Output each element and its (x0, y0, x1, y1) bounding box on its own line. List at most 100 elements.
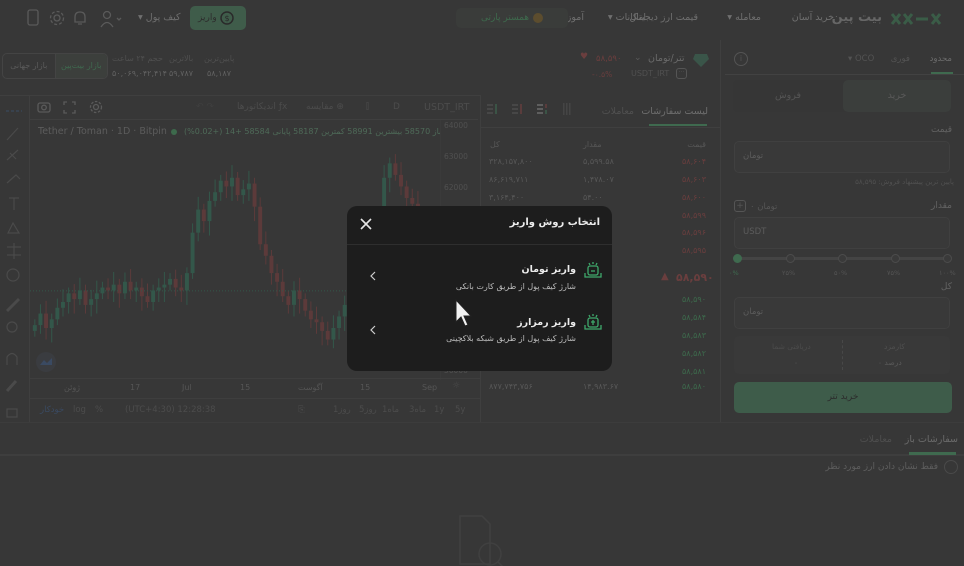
chart-settings-icon[interactable] (89, 100, 103, 114)
go-to-date-icon[interactable]: ⎘ (298, 405, 305, 415)
percent-scale-button[interactable]: % (95, 405, 103, 415)
time-axis-divider (30, 378, 480, 379)
tether-logo-icon (693, 54, 709, 67)
close-icon[interactable] (359, 217, 373, 231)
cell-price: ۵۸,۶۰۳ (681, 175, 706, 184)
tab-trades[interactable]: معاملات (602, 106, 634, 117)
candle-type-icon[interactable]: ⫿ (366, 102, 369, 112)
candle-body (337, 316, 342, 328)
cell-price: ۵۸,۶۰۰ (681, 193, 706, 202)
trendline-icon (6, 127, 19, 141)
stat-volume-value: ۵۰,۰۶۹,۰۴۲,۴۱۴ (112, 69, 167, 78)
orderbook-view-icons[interactable] (487, 103, 577, 115)
log-scale-button[interactable]: log (73, 405, 86, 415)
buy-submit-button[interactable]: خرید تتر (734, 382, 952, 413)
sell-tab[interactable]: فروش (733, 80, 843, 112)
global-market-tab[interactable]: بازار جهانی (3, 54, 55, 78)
order-type-oco[interactable]: ▾ OCO (848, 54, 874, 64)
option-title: واریز تومان (521, 264, 577, 275)
candle-body (32, 325, 37, 331)
add-funds-icon[interactable]: + (734, 200, 746, 212)
price-input[interactable]: تومان (734, 141, 950, 173)
deposit-button[interactable]: $ واریز (190, 6, 246, 30)
cell-amount: ۵۴.۰۰ (583, 193, 603, 202)
slider-mark[interactable] (786, 254, 795, 263)
candle-body (201, 209, 206, 222)
ask-row[interactable]: ۵۸,۶۰۳ ۱,۴۷۸.۰۷ ۸۶,۶۱۹,۷۱۱ (485, 175, 710, 191)
slider-mark[interactable] (838, 254, 847, 263)
candle-body (89, 299, 94, 305)
total-label: کل (940, 282, 952, 292)
amount-input[interactable]: USDT (734, 217, 950, 249)
coin-icon (533, 12, 544, 23)
logo-text[interactable]: بیت پین (832, 10, 882, 25)
wallet-menu[interactable]: ▾ کیف پول (138, 12, 181, 23)
info-icon[interactable]: i (734, 52, 748, 66)
camera-icon[interactable] (37, 101, 51, 113)
buy-tab[interactable]: خرید (843, 80, 951, 112)
deposit-toman-option[interactable]: واریز تومان شارژ کیف پول از طریق کارت با… (347, 252, 612, 302)
bitpin-logo-icon (890, 13, 942, 25)
nav-features[interactable]: ▾ امکانات (608, 12, 646, 23)
svg-text:$: $ (225, 14, 230, 23)
range-5y[interactable]: 5y (455, 405, 465, 415)
auto-scale-button[interactable]: خودکار (40, 405, 64, 415)
slider-mark[interactable] (733, 254, 742, 263)
order-type-limit[interactable]: محدود (930, 54, 952, 64)
range-5d[interactable]: 5روز (359, 405, 377, 415)
fee-label: کارمزد (884, 342, 905, 351)
range-1y[interactable]: 1y (434, 405, 444, 415)
indicators-button[interactable]: ƒx اندیکاتورها (237, 102, 287, 112)
x-tick: 17 (130, 383, 141, 392)
gear-icon[interactable] (49, 10, 65, 26)
more-icon[interactable]: ··· (676, 68, 687, 79)
filter-label: فقط نشان دادن ارز مورد نظر (825, 462, 938, 472)
pair-name[interactable]: تتر/تومان (648, 53, 684, 64)
tab-trade-history[interactable]: معاملات (860, 434, 892, 445)
hamster-party-button[interactable]: همستر پارتی (456, 8, 568, 28)
candle-body (162, 284, 167, 288)
axis-settings-icon[interactable]: ☼ (452, 381, 460, 391)
nav-features-label: امکانات (615, 12, 646, 23)
bid-row[interactable]: ۵۸,۵۸۰ ۱۴,۹۸۳.۶۷ ۸۷۷,۷۴۳,۷۵۶ (485, 382, 710, 398)
fullscreen-icon[interactable] (63, 101, 76, 114)
compare-button[interactable]: ⊕ مقایسه (306, 102, 344, 112)
chevron-down-icon[interactable]: ⌄ (634, 53, 642, 63)
interval-selector[interactable]: D (393, 102, 400, 112)
cell-total: ۳,۱۶۴,۴۰۰ (489, 193, 525, 202)
best-offer-text: پایین ترین پیشنهاد فروش: ۵۸,۵۹۵ (855, 178, 954, 186)
ask-row[interactable]: ۵۸,۶۰۴ ۵,۵۹۹.۵۸ ۳۲۸,۱۵۷,۸۰۰ (485, 157, 710, 173)
status-dot (171, 129, 177, 135)
stat-low-label: پایین‌ترین (204, 54, 235, 63)
filter-checkbox[interactable] (944, 460, 958, 474)
nav-trade[interactable]: ▾ معامله (727, 12, 761, 23)
cell-price: ۵۸,۵۸۲ (681, 349, 706, 358)
candle-body (393, 163, 398, 175)
candle-body (258, 206, 263, 245)
bitpin-market-tab[interactable]: بازار بیت‌پین (54, 54, 107, 78)
bell-icon[interactable] (73, 10, 87, 26)
candle-body (61, 302, 65, 308)
undo-redo-icons[interactable]: ↶ ↷ (196, 102, 214, 112)
nav-easy-buy[interactable]: خرید آسان (792, 12, 834, 23)
deposit-crypto-option[interactable]: واریز رمزارز شارژ کیف پول از طریق شبکه ب… (347, 305, 612, 355)
mobile-app-icon[interactable] (26, 9, 40, 27)
total-input[interactable]: تومان (734, 297, 950, 329)
range-1d[interactable]: 1روز (333, 405, 351, 415)
chart-symbol[interactable]: USDT_IRT (424, 102, 469, 113)
tab-order-list[interactable]: لیست سفارشات (641, 106, 708, 117)
modal-divider (347, 244, 612, 245)
cell-amount: ۱۴,۹۸۳.۶۷ (583, 382, 619, 391)
tradingview-logo-icon[interactable] (36, 352, 56, 372)
range-1m[interactable]: 1ماه (382, 405, 399, 415)
tab-open-orders[interactable]: سفارشات باز (905, 434, 958, 445)
range-3m[interactable]: 3ماه (409, 405, 426, 415)
amount-balance: ۰ تومان (750, 202, 778, 212)
slider-mark[interactable] (943, 254, 952, 263)
order-type-market[interactable]: فوری (891, 54, 910, 64)
user-icon[interactable] (98, 10, 122, 28)
candle-body (314, 319, 319, 323)
projection-icon (7, 243, 21, 259)
cell-price: ۵۸,۵۸۰ (681, 382, 706, 391)
slider-mark[interactable] (891, 254, 900, 263)
